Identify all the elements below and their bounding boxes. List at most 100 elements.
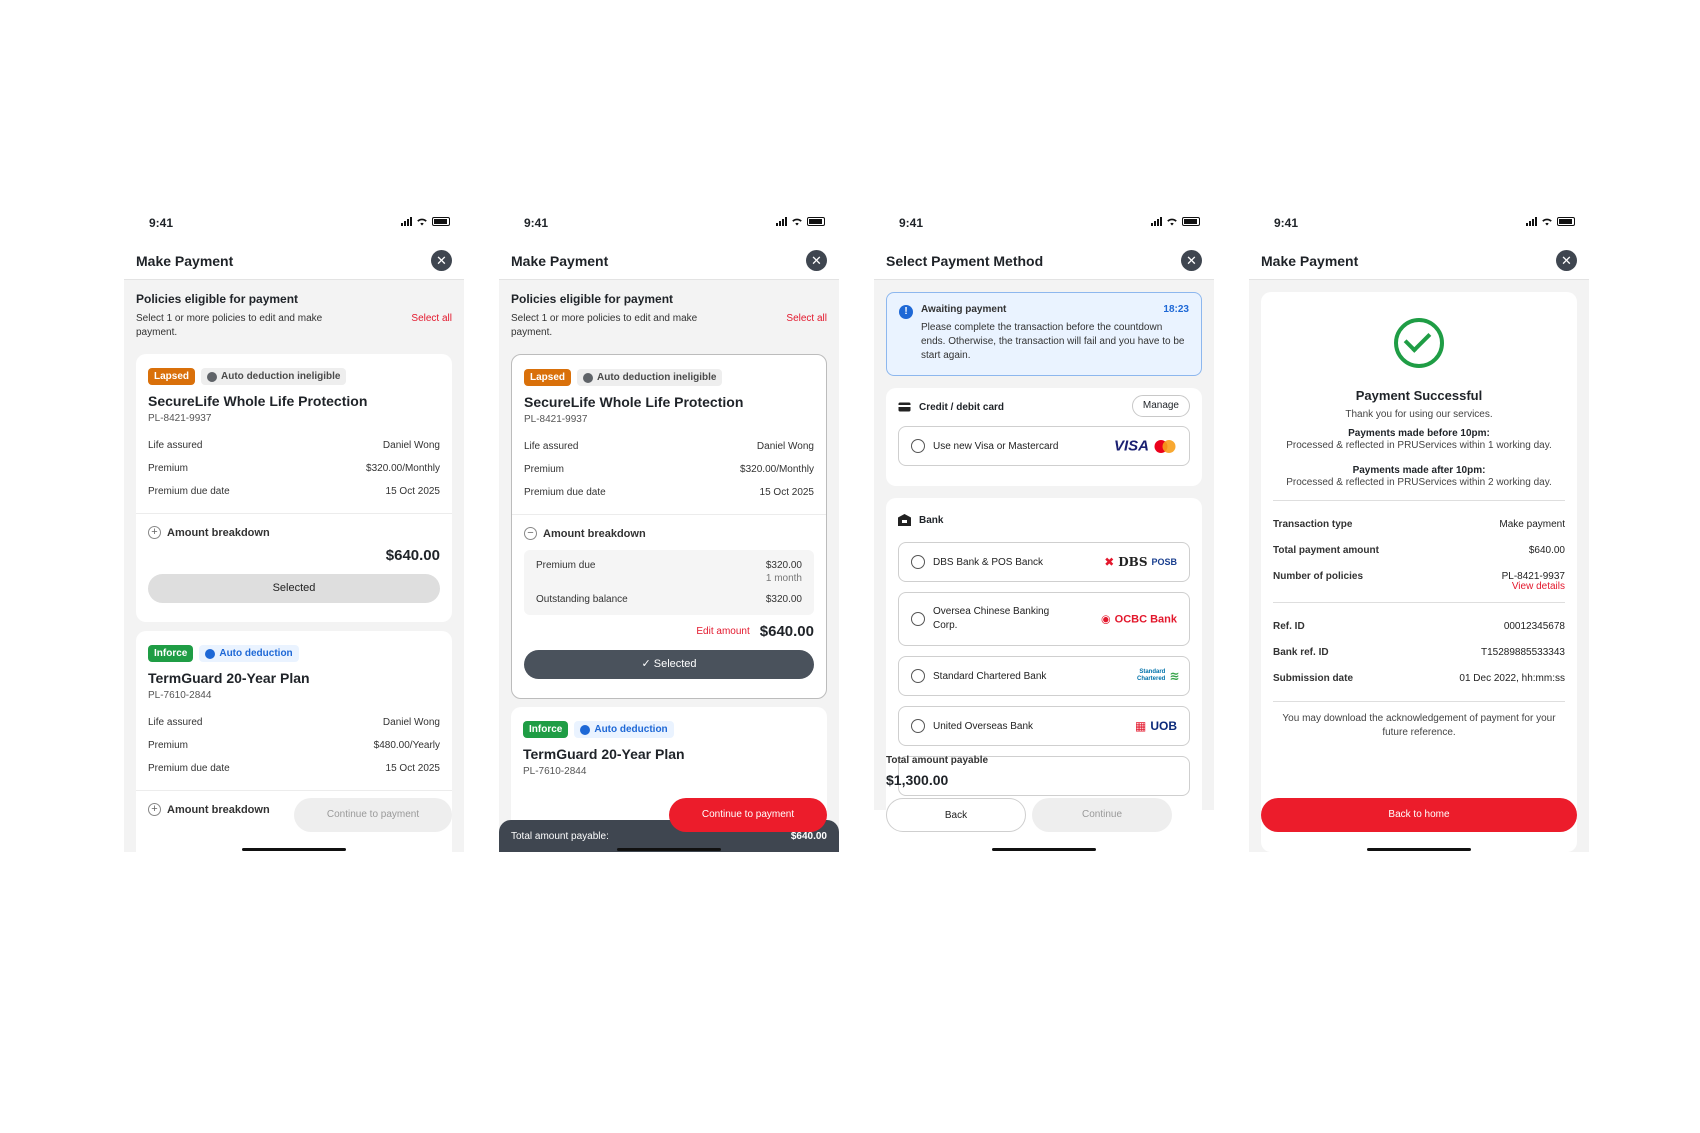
- uob-grid-icon: ▦: [1134, 719, 1147, 733]
- new-card-label: Use new Visa or Mastercard: [933, 440, 1059, 452]
- detail-row: Life assured Daniel Wong: [524, 435, 814, 458]
- selected-button[interactable]: ✓ Selected: [524, 650, 814, 679]
- detail-row: Submission date 01 Dec 2022, hh:mm:ss: [1261, 665, 1577, 691]
- dbs-logo: DBS: [1118, 555, 1148, 569]
- phone-screen-payment-successful: 9:41 Make Payment ✕ Payment Successful T…: [1249, 210, 1589, 940]
- radio-button[interactable]: [911, 669, 925, 683]
- status-icons: [1526, 216, 1575, 226]
- home-indicator: [992, 848, 1096, 851]
- select-all-link[interactable]: Select all: [786, 313, 827, 324]
- radio-button[interactable]: [911, 612, 925, 626]
- row-value: 01 Dec 2022, hh:mm:ss: [1459, 672, 1565, 684]
- new-card-option[interactable]: Use new Visa or Mastercard VISA: [898, 426, 1190, 466]
- policy-name: TermGuard 20-Year Plan: [148, 670, 310, 686]
- continue-to-payment-button[interactable]: Continue to payment: [294, 798, 452, 832]
- edit-amount-link[interactable]: Edit amount: [696, 626, 749, 637]
- policy-card-securelife[interactable]: Lapsed Auto deduction ineligible SecureL…: [136, 354, 452, 622]
- total-value: $640.00: [790, 830, 827, 842]
- auto-deduction-label: Auto deduction: [594, 724, 668, 735]
- posb-logo: POSB: [1151, 557, 1177, 567]
- info-icon: !: [899, 305, 913, 319]
- divider: [1273, 602, 1565, 603]
- row-value: $640.00: [1528, 544, 1565, 556]
- detail-row: Premium due date 15 Oct 2025: [148, 757, 440, 780]
- page-title: Make Payment: [1261, 253, 1359, 269]
- content: ! Awaiting payment 18:23 Please complete…: [874, 280, 1214, 810]
- battery-icon: [1182, 216, 1200, 226]
- close-icon[interactable]: ✕: [806, 250, 827, 271]
- radio-button[interactable]: [911, 555, 925, 569]
- detail-row: Transaction type Make payment: [1261, 511, 1577, 537]
- manage-button[interactable]: Manage: [1131, 395, 1190, 417]
- breakdown-label: Amount breakdown: [543, 527, 646, 540]
- minus-circle-icon: [207, 371, 218, 382]
- status-bar: 9:41: [499, 210, 839, 234]
- card-payment-section: Credit / debit card Manage Use new Visa …: [886, 388, 1202, 486]
- row-value: $320.00/Monthly: [366, 463, 440, 474]
- status-badge-inforce: Inforce: [523, 721, 569, 738]
- view-details-link[interactable]: View details: [1261, 581, 1577, 592]
- amount-row: Edit amount $640.00: [512, 615, 826, 640]
- bank-option-dbs[interactable]: DBS Bank & POS Banck ✖ DBS POSB: [898, 542, 1190, 582]
- radio-button[interactable]: [911, 719, 925, 733]
- continue-to-payment-button[interactable]: Continue to payment: [669, 798, 827, 832]
- row-label: Premium due date: [148, 763, 230, 774]
- visa-logo: VISA: [1113, 437, 1149, 455]
- detail-row: Bank ref. ID T15289885533343: [1261, 639, 1577, 665]
- wifi-icon: [1542, 218, 1552, 226]
- dbs-posb-logo: ✖ DBS POSB: [1104, 555, 1177, 569]
- close-icon[interactable]: ✕: [431, 250, 452, 271]
- continue-button[interactable]: Continue: [1032, 798, 1172, 832]
- section-header: Policies eligible for payment Select 1 o…: [499, 280, 839, 340]
- bank-option-standard-chartered[interactable]: Standard Chartered Bank Standard Charter…: [898, 656, 1190, 696]
- outstanding-label: Outstanding balance: [536, 594, 628, 605]
- premium-due-value: $320.00: [765, 560, 802, 571]
- bank-option-ocbc[interactable]: Oversea Chinese Banking Corp. ◉ OCBC Bank: [898, 592, 1190, 646]
- policy-amount: $640.00: [385, 547, 440, 564]
- section-header: Policies eligible for payment Select 1 o…: [124, 280, 464, 340]
- policy-card-securelife-expanded[interactable]: Lapsed Auto deduction ineligible SecureL…: [511, 354, 827, 699]
- awaiting-text: Please complete the transaction before t…: [921, 322, 1185, 361]
- status-bar: 9:41: [874, 210, 1214, 234]
- row-label: Premium: [148, 740, 189, 751]
- amount-breakdown-toggle[interactable]: + Amount breakdown: [136, 514, 452, 539]
- minus-circle-icon: −: [524, 527, 537, 540]
- bank-name: Standard Chartered Bank: [933, 670, 1047, 682]
- auto-deduction-label: Auto deduction ineligible: [221, 371, 341, 382]
- detail-row: Total payment amount $640.00: [1261, 537, 1577, 563]
- selected-button[interactable]: Selected: [148, 574, 440, 603]
- policy-number: PL-7610-2844: [523, 766, 587, 777]
- detail-row: Life assured Daniel Wong: [148, 434, 440, 457]
- back-to-home-button[interactable]: Back to home: [1261, 798, 1577, 832]
- breakdown-details: Premium due $320.00 1 month Outstanding b…: [524, 550, 814, 615]
- wifi-icon: [1167, 218, 1177, 226]
- select-all-link[interactable]: Select all: [411, 313, 452, 324]
- selected-label: Selected: [653, 658, 697, 670]
- status-time: 9:41: [899, 216, 924, 230]
- standard-chartered-logo: Standard Chartered ≋: [1137, 669, 1179, 683]
- success-card: Payment Successful Thank you for using o…: [1261, 292, 1577, 852]
- page-title: Select Payment Method: [886, 253, 1044, 269]
- row-label: Submission date: [1273, 672, 1354, 684]
- status-icons: [401, 216, 450, 226]
- signal-icon: [776, 216, 787, 226]
- close-icon[interactable]: ✕: [1181, 250, 1202, 271]
- total-label: Total amount payable:: [511, 830, 609, 842]
- divider: [1273, 701, 1565, 702]
- amount-breakdown-toggle[interactable]: − Amount breakdown: [512, 515, 826, 540]
- total-payable-value: $1,300.00: [886, 772, 949, 788]
- bank-name: Oversea Chinese Banking Corp.: [933, 606, 1050, 631]
- bank-name: United Overseas Bank: [933, 720, 1034, 732]
- signal-icon: [1526, 216, 1537, 226]
- radio-button[interactable]: [911, 439, 925, 453]
- close-icon[interactable]: ✕: [1556, 250, 1577, 271]
- auto-deduction-badge: Auto deduction: [199, 645, 299, 662]
- bank-option-uob[interactable]: United Overseas Bank ▦ UOB: [898, 706, 1190, 746]
- phone-screen-make-payment-2: 9:41 Make Payment ✕ Policies eligible fo…: [499, 210, 839, 940]
- row-value: PL-8421-9937: [1501, 570, 1565, 582]
- page-title: Make Payment: [136, 253, 234, 269]
- back-button[interactable]: Back: [886, 798, 1026, 832]
- policy-amount: $640.00: [759, 623, 814, 640]
- uob-logo-text: UOB: [1150, 719, 1177, 733]
- row-value: Make payment: [1499, 518, 1565, 530]
